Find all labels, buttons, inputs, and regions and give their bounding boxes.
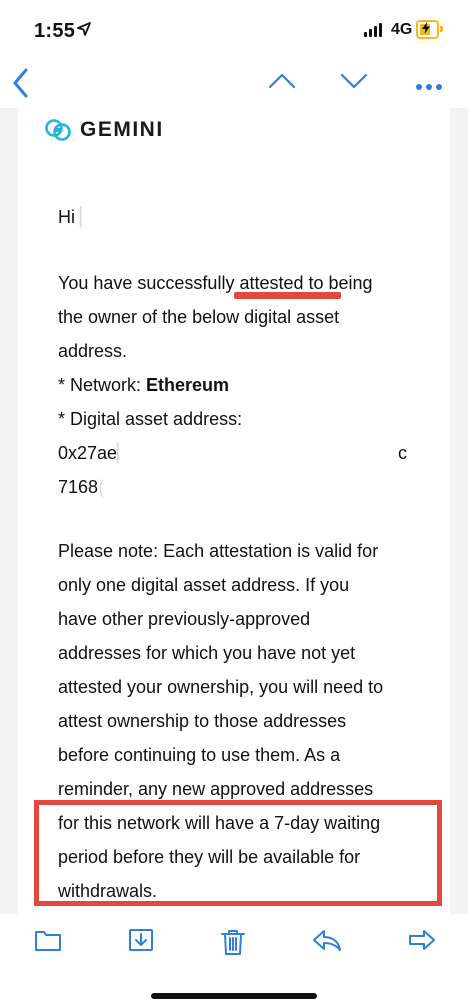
next-message-button[interactable] xyxy=(340,72,368,95)
email-margin-right xyxy=(450,108,468,914)
greeting: Hi ▏ xyxy=(58,207,95,227)
archive-icon xyxy=(129,929,153,951)
red-highlight-box-annotation xyxy=(34,800,442,906)
cell-signal-icon xyxy=(364,23,382,37)
trash-icon xyxy=(221,930,245,955)
network-line: * Network: Ethereum xyxy=(58,375,230,395)
gemini-logo-icon xyxy=(45,119,71,141)
attestation-paragraph: You have successfully attested to being … xyxy=(58,266,438,504)
more-button[interactable] xyxy=(415,78,443,96)
email-margin-left xyxy=(0,108,18,914)
home-indicator xyxy=(151,993,317,999)
archive-button[interactable] xyxy=(128,928,154,957)
delete-button[interactable] xyxy=(220,928,246,961)
status-time: 1:55 xyxy=(34,20,76,42)
address-line-2: 7168( xyxy=(58,477,106,497)
ellipsis-icon xyxy=(416,84,442,90)
redacted-name: ▏ xyxy=(80,207,95,227)
mail-toolbar xyxy=(0,914,468,974)
forward-icon xyxy=(409,930,435,950)
gemini-brand-text: GEMINI xyxy=(80,118,164,141)
red-underline-annotation xyxy=(234,292,341,299)
battery-tip xyxy=(440,26,443,32)
mail-nav-bar xyxy=(0,60,468,108)
previous-message-button[interactable] xyxy=(268,72,296,95)
gemini-logo: GEMINI xyxy=(44,118,164,142)
move-to-folder-button[interactable] xyxy=(34,928,62,957)
status-bar: 1:55 4G xyxy=(0,0,468,60)
chevron-down-icon xyxy=(340,73,368,89)
chevron-left-icon xyxy=(13,68,28,98)
chevron-up-icon xyxy=(268,73,296,89)
folder-icon xyxy=(35,931,61,951)
network-type: 4G xyxy=(391,21,413,38)
battery-icon xyxy=(416,20,439,39)
email-body: GEMINI Hi ▏ You have successfully attest… xyxy=(18,108,450,914)
location-arrow-icon xyxy=(77,22,91,36)
back-button[interactable] xyxy=(12,68,30,103)
forward-button[interactable] xyxy=(408,928,436,957)
reply-button[interactable] xyxy=(312,928,342,957)
address-line-1: 0x27ae▏ c xyxy=(58,443,407,463)
reply-icon xyxy=(313,930,341,951)
